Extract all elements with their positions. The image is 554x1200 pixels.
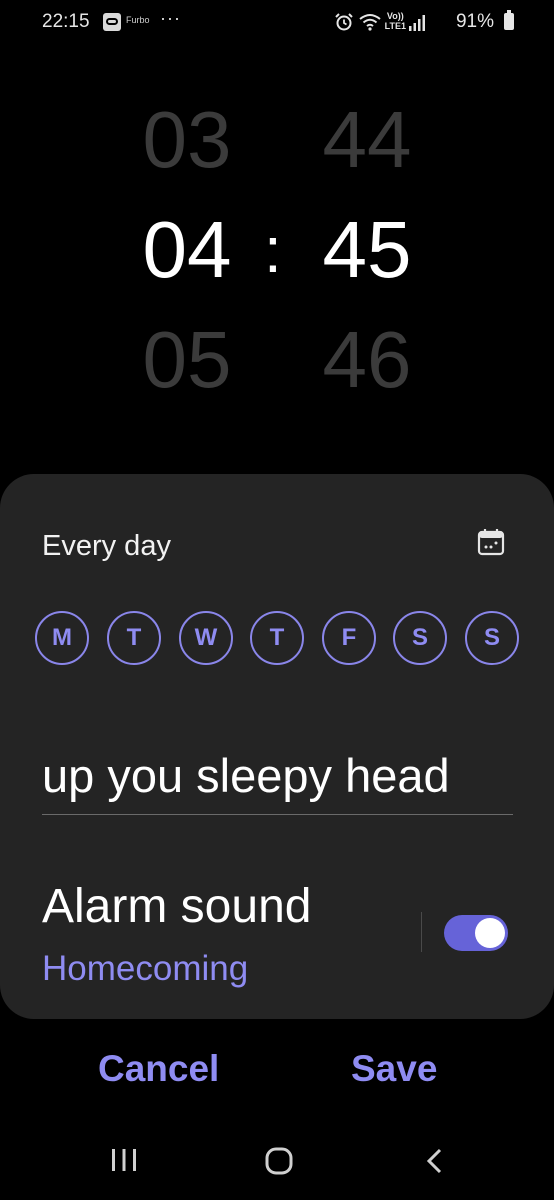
notification-app-label: Furbo xyxy=(126,15,150,25)
hour-previous[interactable]: 03 xyxy=(117,95,257,185)
hour-selected[interactable]: 04 xyxy=(117,205,257,295)
day-toggle-friday[interactable]: F xyxy=(322,611,376,665)
alarm-sound-divider xyxy=(421,912,422,952)
back-icon[interactable] xyxy=(425,1147,443,1175)
minute-previous[interactable]: 44 xyxy=(297,95,437,185)
status-time: 22:15 xyxy=(42,11,90,32)
notification-app-icon xyxy=(103,13,121,31)
day-toggle-thursday[interactable]: T xyxy=(250,611,304,665)
status-bar: 22:15 Furbo ··· Vo)) LTE1 91% xyxy=(0,0,554,44)
hour-next[interactable]: 05 xyxy=(117,315,257,405)
time-picker: 03 04 05 : 44 45 46 xyxy=(0,90,554,410)
alarm-name-underline xyxy=(42,814,513,815)
day-toggle-saturday[interactable]: S xyxy=(393,611,447,665)
alarm-settings-card: Every day M T W T F S S up you sleepy he… xyxy=(0,474,554,1019)
time-separator: : xyxy=(264,214,282,286)
status-icons: Vo)) LTE1 91% xyxy=(294,10,514,34)
volte-top-label: Vo)) xyxy=(386,11,404,21)
home-icon[interactable] xyxy=(264,1146,294,1176)
day-toggle-monday[interactable]: M xyxy=(35,611,89,665)
minute-next[interactable]: 46 xyxy=(297,315,437,405)
cancel-button[interactable]: Cancel xyxy=(98,1048,219,1090)
repeat-summary: Every day xyxy=(42,530,171,562)
volte-indicator: Vo)) LTE1 xyxy=(385,11,406,31)
calendar-icon[interactable] xyxy=(475,526,507,558)
volte-bottom-label: LTE1 xyxy=(384,21,406,31)
wifi-icon xyxy=(359,14,381,31)
minute-selected[interactable]: 45 xyxy=(297,205,437,295)
save-button[interactable]: Save xyxy=(351,1048,437,1090)
day-toggle-sunday[interactable]: S xyxy=(465,611,519,665)
alarm-name-field[interactable]: up you sleepy head xyxy=(42,744,513,814)
toggle-knob xyxy=(475,918,505,948)
alarm-sound-title[interactable]: Alarm sound xyxy=(42,879,311,934)
day-toggle-wednesday[interactable]: W xyxy=(179,611,233,665)
alarm-sound-value[interactable]: Homecoming xyxy=(42,949,248,989)
alarm-name-value: up you sleepy head xyxy=(42,749,450,802)
alarm-sound-toggle[interactable] xyxy=(444,915,508,951)
more-notifications-icon: ··· xyxy=(160,8,181,28)
alarm-edit-screen: 22:15 Furbo ··· Vo)) LTE1 91% 03 04 05:… xyxy=(0,0,554,1200)
battery-icon xyxy=(504,10,514,30)
battery-percentage: 91% xyxy=(455,11,494,32)
recent-apps-icon[interactable] xyxy=(111,1148,137,1172)
action-bar: Cancel Save xyxy=(0,1040,554,1110)
signal-strength-icon xyxy=(409,15,425,31)
day-toggle-tuesday[interactable]: T xyxy=(107,611,161,665)
system-navigation-bar xyxy=(0,1130,554,1200)
alarm-clock-icon xyxy=(335,13,353,31)
weekday-selector: M T W T F S S xyxy=(35,611,521,667)
